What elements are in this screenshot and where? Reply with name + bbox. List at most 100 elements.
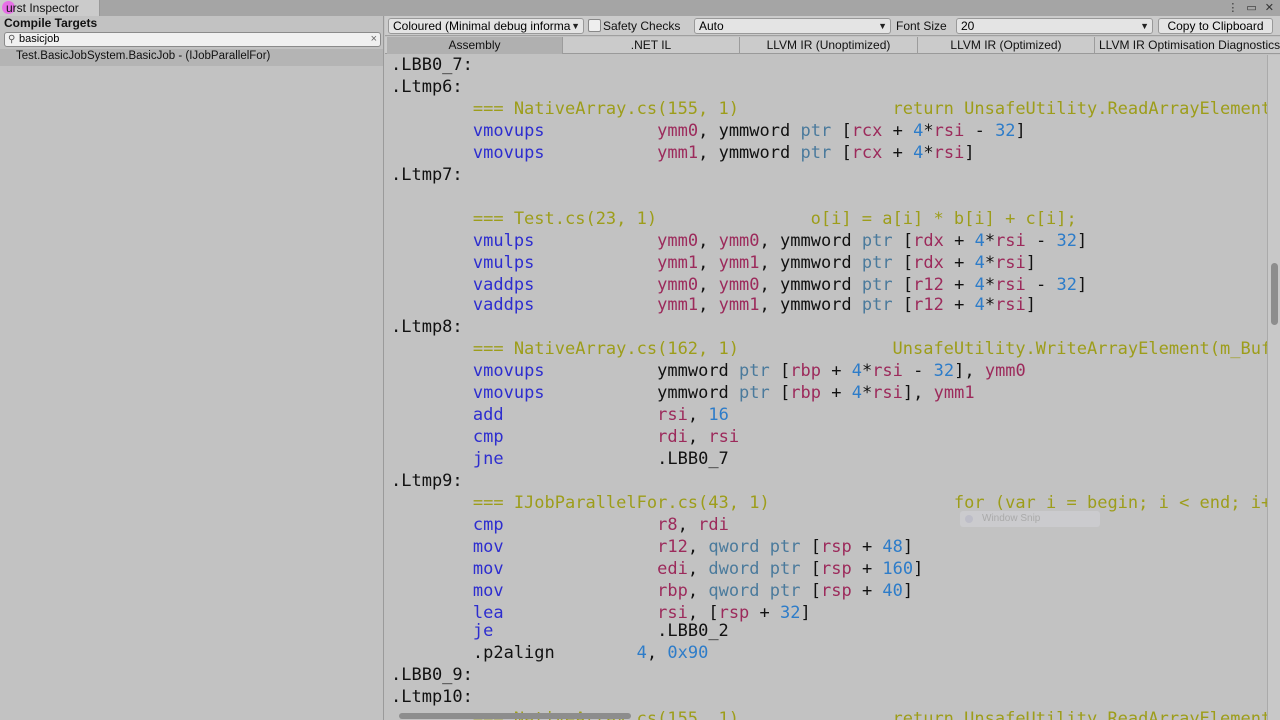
target-value: Auto — [699, 19, 724, 33]
search-value[interactable]: basicjob — [19, 33, 59, 46]
code-line: vmovups ymmword ptr [rbp + 4*rsi], ymm1 — [391, 383, 1267, 403]
code-token: rbp — [790, 361, 821, 381]
code-token: rcx — [851, 143, 883, 163]
code-line: vmulps ymm1, ymm1, ymmword ptr [rdx + 4*… — [391, 253, 1267, 273]
compile-target-item[interactable]: Test.BasicJobSystem.BasicJob - (IJobPara… — [0, 49, 383, 66]
target-dropdown[interactable]: Auto ▼ — [694, 18, 891, 34]
code-token: [ — [769, 361, 791, 381]
tab-llvm-ir-unoptimized[interactable]: LLVM IR (Unoptimized) — [740, 37, 918, 54]
code-token: rsp — [718, 603, 750, 623]
close-icon[interactable]: ✕ — [1265, 0, 1274, 16]
code-line: je .LBB0_2 — [391, 621, 1267, 641]
code-token: ] — [1015, 121, 1026, 141]
assembly-code-view[interactable]: .LBB0_7: .Ltmp6: === NativeArray.cs(155, … — [385, 55, 1267, 720]
font-size-dropdown[interactable]: 20 ▼ — [956, 18, 1153, 34]
safety-checks-label: Safety Checks — [603, 19, 681, 33]
code-token: mov — [472, 559, 504, 579]
code-token: , — [687, 581, 709, 601]
output-mode-value: Coloured (Minimal debug informa — [393, 19, 571, 33]
code-line: === NativeArray.cs(162, 1) UnsafeUtility… — [391, 339, 1267, 359]
code-token: rdi — [698, 515, 729, 535]
code-token: + — [851, 537, 883, 557]
code-token: 32 — [1056, 231, 1077, 251]
tab-dotnet-il[interactable]: .NET IL — [563, 37, 740, 54]
code-token: 4 — [636, 643, 647, 663]
code-token: rsp — [820, 559, 852, 579]
code-token: 32 — [995, 121, 1016, 141]
code-token: * — [984, 275, 996, 295]
code-token: ptr — [769, 537, 801, 557]
code-token: lea — [472, 603, 504, 623]
code-token: 4 — [974, 231, 985, 251]
code-token: ymm1 — [718, 253, 760, 273]
copy-to-clipboard-button[interactable]: Copy to Clipboard — [1158, 18, 1273, 34]
code-token: ] — [1076, 231, 1088, 251]
code-line: .Ltmp6: — [391, 77, 1267, 97]
code-line: vmovups ymmword ptr [rbp + 4*rsi - 32], … — [391, 361, 1267, 381]
code-token: , — [698, 253, 719, 273]
code-token: + — [943, 275, 975, 295]
horizontal-scroll-thumb[interactable] — [399, 713, 631, 719]
code-token: , — [698, 121, 719, 141]
code-token: ptr — [861, 253, 893, 273]
code-token: rsi — [872, 361, 903, 381]
more-options-icon[interactable]: ⋮ — [1227, 0, 1238, 16]
tab-llvm-ir-optimisation-diagnostics[interactable]: LLVM IR Optimisation Diagnostics — [1095, 37, 1280, 54]
code-token: ptr — [769, 559, 801, 579]
code-line: .Ltmp7: — [391, 165, 1267, 185]
code-token: [ — [892, 295, 914, 315]
code-token: - — [1025, 231, 1057, 251]
code-token: rsi — [708, 427, 740, 447]
vertical-scrollbar[interactable] — [1267, 55, 1280, 720]
code-token: rdi — [657, 427, 688, 447]
vertical-scroll-thumb[interactable] — [1271, 263, 1278, 325]
code-token: ymmword — [718, 143, 791, 163]
code-line: cmp r8, rdi — [391, 515, 1267, 535]
code-token: rsp — [820, 581, 852, 601]
code-token: rdx — [913, 253, 944, 273]
code-token: ] — [1076, 275, 1088, 295]
code-token: , — [698, 143, 719, 163]
code-token: [ — [769, 383, 791, 403]
code-token: [ — [800, 581, 821, 601]
clear-search-icon[interactable]: × — [371, 33, 377, 46]
code-token: ptr — [739, 361, 770, 381]
search-input[interactable]: ⚲ basicjob × — [4, 32, 381, 47]
maximize-icon[interactable]: ▭ — [1246, 0, 1256, 16]
code-token: , — [698, 275, 719, 295]
code-token: 4 — [974, 295, 985, 315]
tab-llvm-ir-optimized[interactable]: LLVM IR (Optimized) — [918, 37, 1095, 54]
code-token: [ — [831, 143, 852, 163]
code-token: ptr — [861, 275, 893, 295]
output-mode-dropdown[interactable]: Coloured (Minimal debug informa ▼ — [388, 18, 584, 34]
code-token: + — [820, 361, 852, 381]
code-token: ymmword — [657, 361, 729, 381]
code-token: rsp — [820, 537, 852, 557]
code-token: - — [1025, 275, 1057, 295]
code-token: ymm1 — [718, 295, 760, 315]
code-token: rsi — [657, 603, 688, 623]
code-token: ptr — [769, 581, 801, 601]
tab-assembly[interactable]: Assembly — [387, 37, 563, 54]
compile-targets-panel: Compile Targets ⚲ basicjob × Test.BasicJ… — [0, 16, 384, 720]
code-token: [ — [800, 559, 821, 579]
code-line: .Ltmp10: — [391, 687, 1267, 707]
safety-checks-checkbox[interactable] — [588, 19, 601, 32]
code-token: , — [677, 515, 699, 535]
snip-icon — [965, 515, 973, 523]
burst-inspector-tab[interactable]: urst Inspector — [0, 0, 100, 16]
code-token: .Ltmp10: — [391, 687, 473, 707]
code-line: vmovups ymm0, ymmword ptr [rcx + 4*rsi -… — [391, 121, 1267, 141]
output-tabs: Assembly .NET IL LLVM IR (Unoptimized) L… — [385, 37, 1280, 54]
